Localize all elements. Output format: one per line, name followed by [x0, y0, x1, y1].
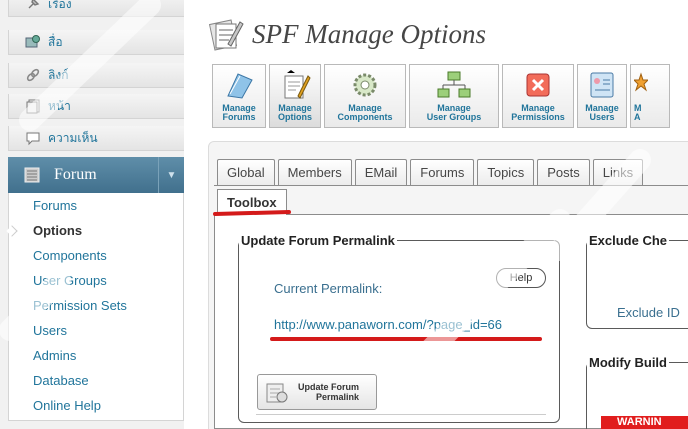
components-icon [353, 73, 377, 97]
exclude-id-label: Exclude ID [617, 305, 680, 320]
tab-posts[interactable]: Posts [537, 159, 590, 185]
page-icon [26, 99, 40, 114]
page-header: SPF Manage Options [208, 14, 486, 54]
help-button[interactable]: Help [496, 268, 546, 288]
submenu-item-online-help[interactable]: Online Help [9, 393, 183, 418]
update-permalink-button[interactable]: Update Forum Permalink [257, 374, 377, 410]
manage-user-groups-button[interactable]: Manage User Groups [409, 64, 499, 128]
submenu-item-options[interactable]: Options [9, 218, 183, 243]
manage-components-button[interactable]: Manage Components [324, 64, 406, 128]
submenu-item-database[interactable]: Database [9, 368, 183, 393]
submenu-item-user-groups[interactable]: User Groups [9, 268, 183, 293]
sidebar-item-pages[interactable]: หน้า [8, 94, 184, 119]
submenu-item-admins[interactable]: Admins [9, 343, 183, 368]
manage-users-button[interactable]: Manage Users [577, 64, 627, 128]
user-groups-icon [437, 71, 471, 98]
tab-links[interactable]: Links [592, 159, 644, 185]
manage-admins-button[interactable]: MA [630, 64, 670, 128]
forum-icon [24, 167, 40, 183]
pin-icon [28, 0, 40, 9]
submenu-item-forums[interactable]: Forums [9, 193, 183, 218]
sidebar-forum-label: Forum [54, 166, 97, 183]
fieldset-divider [256, 414, 546, 415]
warning-banner: WARNIN [601, 416, 688, 429]
users-icon [590, 72, 614, 98]
sidebar-item-links[interactable]: ลิงก์ [8, 63, 184, 88]
manage-options-button[interactable]: Manage Options [269, 64, 321, 128]
highlight-underline [270, 337, 542, 341]
tab-members[interactable]: Members [277, 159, 352, 185]
sidebar-item-posts[interactable]: เรื่อง [8, 0, 184, 17]
submenu-item-users[interactable]: Users [9, 318, 183, 343]
media-icon [25, 35, 40, 48]
options-tabs: Global Members EMail Forums Topics Posts… [217, 159, 644, 185]
manage-forums-button[interactable]: Manage Forums [212, 64, 266, 128]
sidebar-item-media[interactable]: สื่อ [8, 30, 184, 55]
submenu-item-components[interactable]: Components [9, 243, 183, 268]
permissions-icon [526, 73, 550, 97]
sidebar-item-label: ความเห็น [48, 130, 98, 145]
manage-permissions-button[interactable]: Manage Permissions [502, 64, 574, 128]
comment-icon [26, 132, 40, 146]
options-icon [284, 70, 311, 99]
sidebar-item-label: ลิงก์ [48, 67, 69, 82]
admin-sidebar: เรื่อง สื่อ ลิงก์ หน้า ความเห็น Forum ▼ … [0, 0, 184, 429]
tab-email[interactable]: EMail [354, 159, 408, 185]
update-icon [266, 383, 288, 403]
manage-toolbar: Manage Forums Manage Options Manage Compone… [212, 64, 670, 128]
sidebar-forum-menu[interactable]: Forum ▼ [8, 157, 184, 193]
link-icon [26, 68, 40, 82]
update-permalink-label: Update Forum Permalink [298, 382, 360, 402]
current-permalink-label: Current Permalink: [274, 281, 383, 296]
submenu-item-permission-sets[interactable]: Permission Sets [9, 293, 183, 318]
tab-global[interactable]: Global [217, 159, 275, 185]
sidebar-item-label: สื่อ [48, 34, 63, 49]
permalink-legend: Update Forum Permalink [241, 233, 395, 248]
exclude-legend: Exclude Che [589, 233, 668, 248]
chevron-down-icon[interactable]: ▼ [158, 157, 184, 193]
tab-forums[interactable]: Forums [410, 159, 475, 185]
page-title: SPF Manage Options [252, 18, 486, 49]
options-icon [208, 19, 244, 51]
tab-topics[interactable]: Topics [477, 159, 535, 185]
sidebar-item-label: เรื่อง [48, 0, 72, 11]
sidebar-item-comments[interactable]: ความเห็น [8, 126, 184, 151]
modify-legend: Modify Build [589, 355, 667, 370]
tab-divider [214, 185, 688, 186]
permalink-url[interactable]: http://www.panaworn.com/?page_id=66 [274, 317, 502, 332]
admins-icon [634, 72, 648, 92]
forums-icon [227, 73, 253, 99]
forum-submenu: Forums Options Components User Groups Pe… [8, 193, 184, 421]
sidebar-item-label: หน้า [48, 98, 71, 113]
